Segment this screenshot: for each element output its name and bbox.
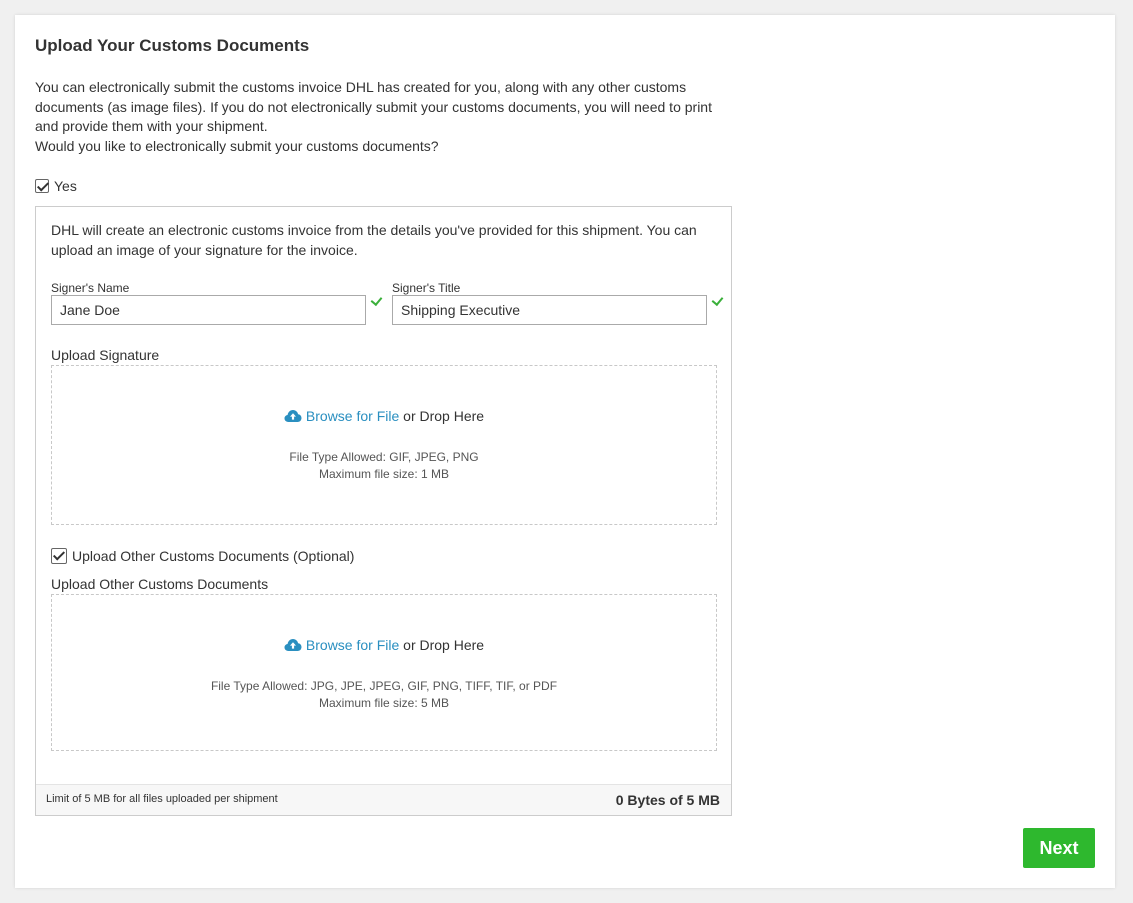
signature-dropzone-prompt: Browse for File or Drop Here [52,408,716,424]
page-title: Upload Your Customs Documents [35,36,310,55]
signer-name-valid-icon [370,293,383,307]
upload-limit-footer: Limit of 5 MB for all files uploaded per… [36,784,731,815]
upload-limit-text: Limit of 5 MB for all files uploaded per… [46,793,278,805]
intro-question: Would you like to electronically submit … [35,137,439,154]
other-documents-checkbox-label: Upload Other Customs Documents (Optional… [72,548,355,564]
yes-checkbox[interactable] [35,179,49,193]
signature-file-info: File Type Allowed: GIF, JPEG, PNG Maximu… [52,449,716,483]
signature-drop-text: or Drop Here [399,408,485,424]
other-documents-dropzone[interactable]: Browse for File or Drop Here File Type A… [51,594,717,751]
intro-text: You can electronically submit the custom… [35,78,725,156]
upload-card: Upload Your Customs Documents You can el… [15,15,1115,888]
yes-option[interactable]: Yes [35,178,77,194]
signature-max-size: Maximum file size: 1 MB [318,467,450,481]
cloud-upload-icon [284,410,302,422]
upload-other-documents-label: Upload Other Customs Documents [51,576,269,592]
signature-file-types: File Type Allowed: GIF, JPEG, PNG [289,450,479,464]
upload-usage-text: 0 Bytes of 5 MB [615,792,720,808]
other-documents-max-size: Maximum file size: 5 MB [318,696,450,710]
other-documents-dropzone-prompt: Browse for File or Drop Here [52,637,716,653]
other-documents-checkbox[interactable] [51,548,67,564]
other-documents-option[interactable]: Upload Other Customs Documents (Optional… [51,548,354,564]
signer-title-valid-icon [711,293,724,307]
upload-signature-label: Upload Signature [51,347,160,363]
cloud-upload-icon [284,639,302,651]
signature-dropzone[interactable]: Browse for File or Drop Here File Type A… [51,365,717,525]
signer-title-input[interactable] [392,295,707,325]
other-documents-drop-text: or Drop Here [399,637,485,653]
intro-paragraph: You can electronically submit the custom… [35,79,712,134]
signature-browse-link[interactable]: Browse for File [306,408,399,424]
invoice-description: DHL will create an electronic customs in… [51,222,697,258]
other-documents-file-types: File Type Allowed: JPG, JPE, JPEG, GIF, … [210,679,558,693]
next-button[interactable]: Next [1023,828,1095,868]
signer-title-label: Signer's Title [392,281,461,295]
customs-documents-panel: DHL will create an electronic customs in… [35,206,732,816]
yes-label: Yes [54,178,77,194]
signer-name-input[interactable] [51,295,366,325]
signer-name-label: Signer's Name [51,281,130,295]
other-documents-file-info: File Type Allowed: JPG, JPE, JPEG, GIF, … [52,678,716,712]
other-documents-browse-link[interactable]: Browse for File [306,637,399,653]
